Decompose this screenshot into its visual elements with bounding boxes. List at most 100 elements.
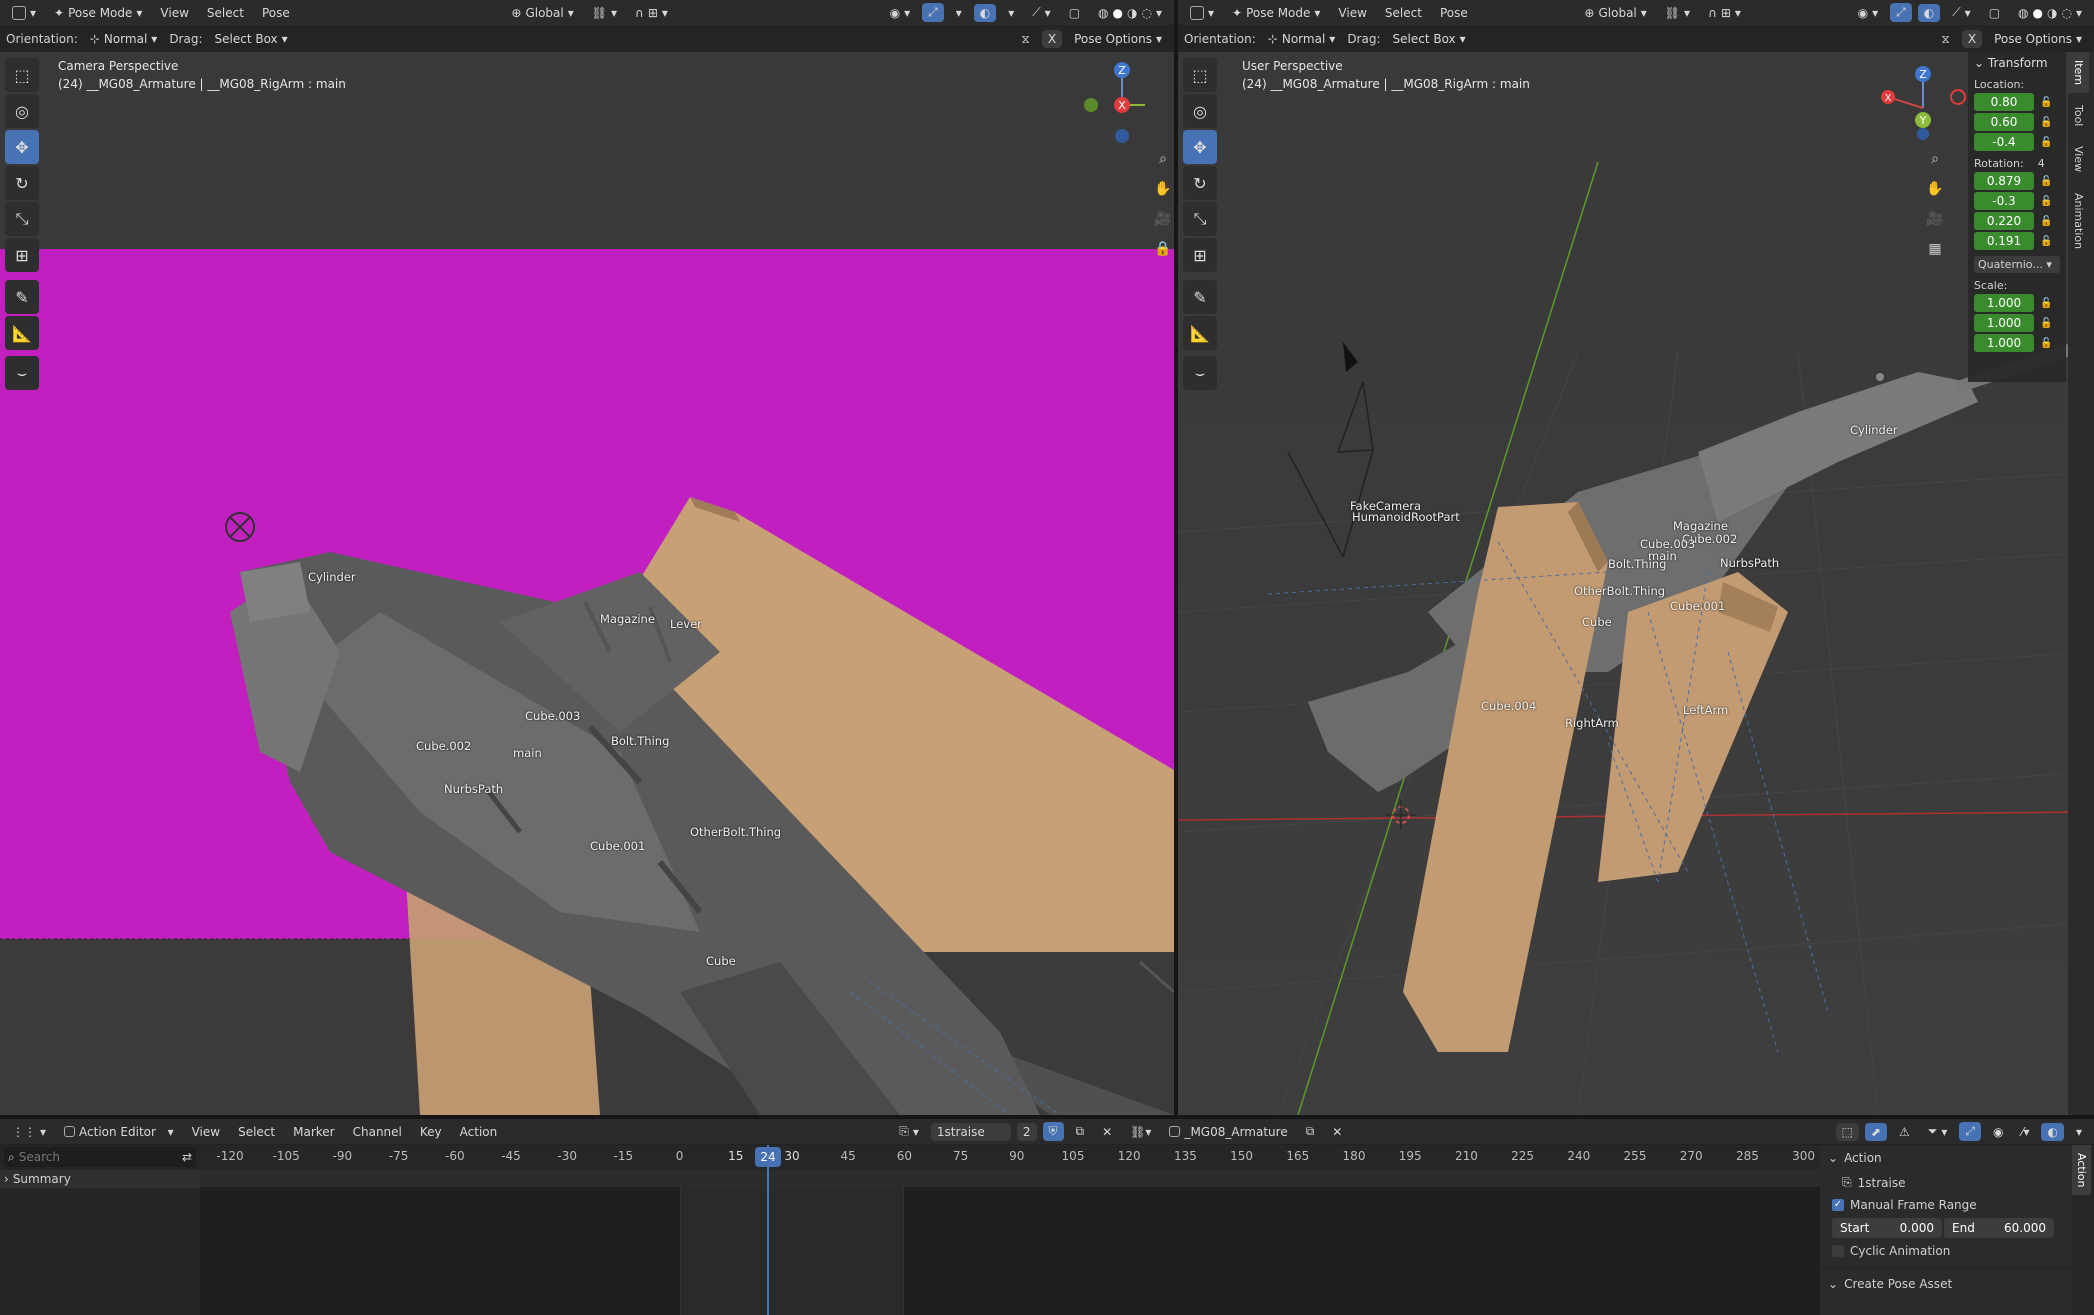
lock-icon[interactable]: 🔓 [2040, 137, 2052, 148]
camera-icon[interactable]: 🎥 [1151, 207, 1174, 231]
auto-snap-dropdown[interactable]: ⤢ [1959, 1122, 1981, 1141]
dopesheet-area[interactable]: -120 -105 -90 -75 -60 -45 -30 -15 0 15 30 45 60 75 90 1… [200, 1145, 1820, 1315]
lock-icon[interactable]: 🔓 [2040, 338, 2052, 349]
rotation-z-field[interactable]: 0.191 [1974, 232, 2034, 250]
rotation-mode-dropdown[interactable]: Quaternio... ▾ [1974, 256, 2060, 273]
fake-user-toggle[interactable]: ⛨ [1042, 1122, 1064, 1141]
transform-orientation-dropdown[interactable]: ⊕ Global ▾ [505, 4, 579, 22]
pose-options-dropdown[interactable]: Pose Options ▾ [1068, 30, 1168, 48]
action-users-count[interactable]: 2 [1016, 1122, 1037, 1141]
scale-tool[interactable]: ⤡ [1183, 202, 1217, 236]
editor-type-button[interactable]: ▾ [1184, 4, 1220, 22]
mode-dropdown[interactable]: ✦ Pose Mode ▾ [48, 4, 148, 22]
overlay-toggle[interactable]: ◐ [973, 3, 997, 22]
hand-icon[interactable]: ✋ [1151, 177, 1174, 201]
annotate-tool[interactable]: ✎ [1183, 280, 1217, 314]
close-x-button[interactable]: X [1041, 30, 1063, 48]
right-3d-viewport[interactable]: ⬚ ◎ ✥ ↻ ⤡ ⊞ ✎ 📐 ⌣ User Perspective (24) … [1178, 52, 2094, 1115]
transform-header[interactable]: ⌄ Transform [1968, 52, 2066, 74]
gizmo-dropdown[interactable]: ▾ [950, 4, 968, 22]
xray-toggle[interactable]: ▢ [1983, 4, 2006, 22]
pose-menu[interactable]: Pose [1434, 4, 1474, 22]
select-box-tool[interactable]: ⬚ [5, 58, 39, 92]
scale-y-field[interactable]: 1.000 [1974, 314, 2034, 332]
visibility-dropdown[interactable]: ◉ ▾ [1852, 4, 1885, 22]
editor-type-button[interactable]: ⋮⋮ ▾ [6, 1123, 52, 1141]
pivot-dropdown[interactable]: ⛓ ▾ [1659, 4, 1696, 22]
swap-icon[interactable]: ⇄ [182, 1150, 192, 1164]
drag-dropdown[interactable]: Select Box ▾ [1387, 30, 1472, 48]
location-y-field[interactable]: 0.60 [1974, 113, 2034, 131]
pose-menu[interactable]: Pose [256, 4, 296, 22]
proportional-toggle[interactable]: ◉ [1987, 1123, 2009, 1141]
relax-tool[interactable]: ⌣ [5, 356, 39, 390]
interpolation-dropdown[interactable]: ⁄▾ [2015, 1123, 2035, 1141]
lock-icon[interactable]: 🔓 [2040, 97, 2052, 108]
summary-row[interactable]: › Summary [0, 1170, 200, 1188]
location-x-field[interactable]: 0.80 [1974, 93, 2034, 111]
editor-type-button[interactable]: ▾ [6, 4, 42, 22]
cursor-tool[interactable]: ◎ [5, 94, 39, 128]
tab-tool[interactable]: Tool [2068, 97, 2089, 134]
visibility-dropdown[interactable]: ◉ ▾ [884, 4, 917, 22]
transform-orientation-dropdown[interactable]: ⊕ Global ▾ [1578, 4, 1652, 22]
search-input[interactable]: ⌕ Search ⇄ [4, 1147, 196, 1167]
relax-tool[interactable]: ⌣ [1183, 356, 1217, 390]
navigation-gizmo[interactable]: Z X [1075, 58, 1155, 148]
key-menu[interactable]: Key [414, 1123, 448, 1141]
measure-tool[interactable]: 📐 [5, 316, 39, 350]
editor-mode-dropdown[interactable]: Action Editor ▾ [58, 1123, 180, 1141]
lock-icon[interactable]: 🔓 [2040, 236, 2052, 247]
camera-icon[interactable]: 🎥 [1923, 207, 1947, 231]
grid-icon[interactable]: ▦ [1923, 237, 1947, 261]
action-section-header[interactable]: ⌄ Action [1820, 1145, 2094, 1171]
snap-toggle[interactable]: ∩ ⊞ ▾ [629, 4, 674, 22]
lock-icon[interactable]: 🔒 [1151, 237, 1174, 261]
hand-icon[interactable]: ✋ [1923, 177, 1947, 201]
annotate-tool[interactable]: ✎ [5, 280, 39, 314]
tab-view[interactable]: View [2068, 138, 2089, 180]
lock-icon[interactable]: 🔓 [2040, 298, 2052, 309]
lock-icon[interactable]: 🔓 [2040, 216, 2052, 227]
lock-icon[interactable]: 🔓 [2040, 117, 2052, 128]
action-menu[interactable]: Action [454, 1123, 504, 1141]
rotate-tool[interactable]: ↻ [5, 166, 39, 200]
tab-item[interactable]: Item [2068, 52, 2089, 94]
select-menu[interactable]: Select [1379, 4, 1428, 22]
overlay-toggle[interactable]: ◐ [1917, 3, 1941, 22]
rotation-w-field[interactable]: 0.879 [1974, 172, 2034, 190]
orientation-dropdown[interactable]: ⊹ Normal ▾ [1262, 30, 1342, 48]
orientation-dropdown[interactable]: ⊹ Normal ▾ [84, 30, 164, 48]
overlay-toggle[interactable]: ◐ [2041, 1122, 2064, 1141]
scale-tool[interactable]: ⤡ [5, 202, 39, 236]
view-menu[interactable]: View [154, 4, 194, 22]
select-menu[interactable]: Select [201, 4, 250, 22]
channel-menu[interactable]: Channel [347, 1123, 408, 1141]
bone-overlay[interactable]: ⟋ ▾ [1026, 3, 1056, 22]
xray-toggle[interactable]: ▢ [1063, 4, 1086, 22]
transform-tool[interactable]: ⊞ [5, 238, 39, 272]
drag-dropdown[interactable]: Select Box ▾ [209, 30, 294, 48]
zoom-icon[interactable]: ⌕ [1151, 147, 1174, 171]
rotation-y-field[interactable]: 0.220 [1974, 212, 2034, 230]
view-menu[interactable]: View [186, 1123, 226, 1141]
manual-range-checkbox[interactable]: ✓ Manual Frame Range [1820, 1194, 2094, 1216]
lock-icon[interactable]: 🔓 [2040, 196, 2052, 207]
playhead-line[interactable] [767, 1145, 769, 1315]
move-tool[interactable]: ✥ [5, 130, 39, 164]
zoom-icon[interactable]: ⌕ [1923, 147, 1947, 171]
rotation-x-field[interactable]: -0.3 [1974, 192, 2034, 210]
cyclic-checkbox[interactable]: Cyclic Animation [1820, 1240, 2094, 1262]
close-icon[interactable]: ✕ [1326, 1123, 1348, 1141]
left-3d-viewport[interactable]: ⬚ ◎ ✥ ↻ ⤡ ⊞ ✎ 📐 ⌣ Camera Perspective (24… [0, 52, 1174, 1115]
action-name-field[interactable]: 1straise [930, 1122, 1011, 1141]
location-z-field[interactable]: -0.4 [1974, 133, 2034, 151]
mirror-x-toggle[interactable]: ⧖ [1015, 30, 1035, 49]
filter-dropdown[interactable]: ⏷ ▾ [1922, 1122, 1954, 1141]
lock-icon[interactable]: 🔓 [2040, 318, 2052, 329]
snap-toggle[interactable]: ∩ ⊞ ▾ [1702, 4, 1747, 22]
pose-options-dropdown[interactable]: Pose Options ▾ [1988, 30, 2088, 48]
pivot-dropdown[interactable]: ⛓ ▾ [586, 4, 623, 22]
mode-dropdown[interactable]: ✦ Pose Mode ▾ [1226, 4, 1326, 22]
frame-ruler[interactable]: -120 -105 -90 -75 -60 -45 -30 -15 0 15 30 45 60 75 90 1… [200, 1145, 1820, 1169]
